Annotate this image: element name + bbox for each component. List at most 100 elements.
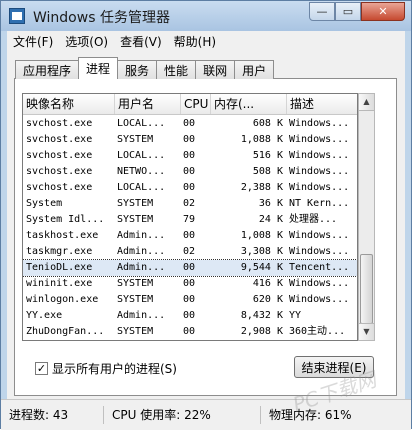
window-title: Windows 任务管理器 bbox=[33, 10, 170, 26]
menu-help[interactable]: 帮助(H) bbox=[168, 33, 222, 50]
maximize-button[interactable]: ▭ bbox=[335, 2, 361, 21]
process-user-cell: LOCAL... bbox=[117, 118, 166, 129]
process-user-cell: SYSTEM bbox=[117, 294, 154, 305]
menu-file[interactable]: 文件(F) bbox=[7, 33, 59, 50]
process-memory-cell: 608 K bbox=[252, 118, 283, 129]
process-user-cell: NETWO... bbox=[117, 166, 166, 177]
scroll-up-icon[interactable]: ▲ bbox=[359, 94, 374, 111]
table-row[interactable]: taskhost.exe Admin... 00 1,008 K Windows... bbox=[23, 228, 357, 244]
process-user-cell: Admin... bbox=[117, 310, 166, 321]
process-name-cell: svchost.exe bbox=[26, 182, 93, 193]
process-memory-cell: 1,088 K bbox=[240, 134, 283, 145]
show-all-users-checkbox[interactable]: ✓ bbox=[35, 362, 48, 375]
process-description-cell: YY bbox=[289, 310, 302, 321]
table-row[interactable]: svchost.exe NETWO... 00 508 K Windows... bbox=[23, 164, 357, 180]
process-description-cell: Windows... bbox=[289, 118, 350, 129]
process-description-cell: Windows... bbox=[289, 246, 350, 257]
process-user-cell: LOCAL... bbox=[117, 150, 166, 161]
scroll-thumb[interactable] bbox=[360, 254, 373, 324]
process-description-cell: 处理器... bbox=[289, 214, 338, 225]
title-bar[interactable]: Windows 任务管理器 — ▭ ✕ bbox=[1, 1, 411, 31]
process-user-cell: Admin... bbox=[117, 262, 166, 273]
table-row[interactable]: taskmgr.exe Admin... 02 3,308 K Windows... bbox=[23, 244, 357, 260]
window-controls: — ▭ ✕ bbox=[309, 2, 405, 21]
process-description-cell: Windows... bbox=[289, 278, 350, 289]
process-name-cell: taskmgr.exe bbox=[26, 246, 93, 257]
table-row[interactable]: System Idl... SYSTEM 79 24 K 处理器... bbox=[23, 212, 357, 228]
process-memory-cell: 620 K bbox=[252, 294, 283, 305]
column-user-name[interactable]: 用户名 bbox=[115, 94, 181, 114]
close-button[interactable]: ✕ bbox=[361, 2, 405, 21]
process-user-cell: Admin... bbox=[117, 230, 166, 241]
end-process-button[interactable]: 结束进程(E) bbox=[294, 356, 374, 378]
process-user-cell: SYSTEM bbox=[117, 134, 154, 145]
process-cpu-cell: 00 bbox=[183, 230, 196, 241]
process-cpu-cell: 02 bbox=[183, 246, 196, 257]
process-user-cell: SYSTEM bbox=[117, 214, 154, 225]
menu-view[interactable]: 查看(V) bbox=[114, 33, 168, 50]
status-memory: 物理内存: 61% bbox=[269, 408, 352, 422]
status-bar: 进程数: 43 CPU 使用率: 22% 物理内存: 61% bbox=[1, 399, 411, 430]
client-area: 应用程序 进程 服务 性能 联网 用户 映像名称 用户名 CPU 内存(... … bbox=[7, 51, 405, 399]
process-memory-cell: 516 K bbox=[252, 150, 283, 161]
table-row[interactable]: TenioDL.exe Admin... 00 9,544 K Tencent... bbox=[23, 259, 357, 277]
table-row[interactable]: svchost.exe LOCAL... 00 516 K Windows... bbox=[23, 148, 357, 164]
process-memory-cell: 24 K bbox=[258, 214, 283, 225]
scroll-down-icon[interactable]: ▼ bbox=[359, 323, 374, 340]
process-description-cell: Windows... bbox=[289, 134, 350, 145]
tab-performance[interactable]: 性能 bbox=[156, 60, 197, 79]
process-rows: svchost.exe LOCAL... 00 608 K Windows... svch… bbox=[23, 116, 357, 340]
process-description-cell: NT Kern... bbox=[289, 198, 350, 209]
show-all-users-option[interactable]: ✓ 显示所有用户的进程(S) bbox=[35, 360, 177, 377]
process-user-cell: Admin... bbox=[117, 246, 166, 257]
tab-applications[interactable]: 应用程序 bbox=[15, 60, 80, 79]
process-cpu-cell: 00 bbox=[183, 150, 196, 161]
process-description-cell: 360主动... bbox=[289, 326, 346, 337]
minimize-button[interactable]: — bbox=[309, 2, 335, 21]
table-row[interactable]: wininit.exe SYSTEM 00 416 K Windows... bbox=[23, 276, 357, 292]
column-cpu[interactable]: CPU bbox=[181, 94, 211, 114]
table-row[interactable]: YY.exe Admin... 00 8,432 K YY bbox=[23, 308, 357, 324]
process-memory-cell: 508 K bbox=[252, 166, 283, 177]
process-memory-cell: 36 K bbox=[258, 198, 283, 209]
process-cpu-cell: 02 bbox=[183, 198, 196, 209]
process-memory-cell: 2,908 K bbox=[240, 326, 283, 337]
process-cpu-cell: 00 bbox=[183, 326, 196, 337]
process-memory-cell: 3,308 K bbox=[240, 246, 283, 257]
menu-bar: 文件(F) 选项(O) 查看(V) 帮助(H) bbox=[7, 31, 405, 51]
table-row[interactable]: ZhuDongFan... SYSTEM 00 2,908 K 360主动... bbox=[23, 324, 357, 340]
process-cpu-cell: 00 bbox=[183, 278, 196, 289]
tab-users[interactable]: 用户 bbox=[234, 60, 275, 79]
table-row[interactable]: svchost.exe LOCAL... 00 608 K Windows... bbox=[23, 116, 357, 132]
table-row[interactable]: svchost.exe SYSTEM 00 1,088 K Windows... bbox=[23, 132, 357, 148]
process-list[interactable]: 映像名称 用户名 CPU 内存(... 描述 svchost.exe LOCAL.… bbox=[22, 93, 358, 341]
column-image-name[interactable]: 映像名称 bbox=[23, 94, 115, 114]
process-user-cell: LOCAL... bbox=[117, 182, 166, 193]
menu-options[interactable]: 选项(O) bbox=[59, 33, 114, 50]
tab-services[interactable]: 服务 bbox=[117, 60, 158, 79]
process-description-cell: Windows... bbox=[289, 230, 350, 241]
process-description-cell: Windows... bbox=[289, 294, 350, 305]
status-process-count: 进程数: 43 bbox=[1, 406, 104, 424]
tab-networking[interactable]: 联网 bbox=[195, 60, 236, 79]
process-memory-cell: 9,544 K bbox=[240, 262, 283, 273]
table-row[interactable]: System SYSTEM 02 36 K NT Kern... bbox=[23, 196, 357, 212]
process-memory-cell: 2,388 K bbox=[240, 182, 283, 193]
process-cpu-cell: 00 bbox=[183, 310, 196, 321]
process-cpu-cell: 00 bbox=[183, 166, 196, 177]
column-description[interactable]: 描述 bbox=[287, 94, 357, 114]
process-description-cell: Windows... bbox=[289, 166, 350, 177]
show-all-users-label: 显示所有用户的进程(S) bbox=[52, 362, 177, 376]
status-cpu-usage: CPU 使用率: 22% bbox=[104, 406, 261, 424]
table-row[interactable]: svchost.exe LOCAL... 00 2,388 K Windows... bbox=[23, 180, 357, 196]
process-user-cell: SYSTEM bbox=[117, 198, 154, 209]
tab-processes[interactable]: 进程 bbox=[78, 57, 119, 79]
process-name-cell: System Idl... bbox=[26, 214, 105, 225]
process-memory-cell: 8,432 K bbox=[240, 310, 283, 321]
vertical-scrollbar[interactable]: ▲ ▼ bbox=[358, 93, 375, 341]
process-name-cell: svchost.exe bbox=[26, 118, 93, 129]
column-memory[interactable]: 内存(... bbox=[211, 94, 287, 114]
table-row[interactable]: winlogon.exe SYSTEM 00 620 K Windows... bbox=[23, 292, 357, 308]
process-name-cell: ZhuDongFan... bbox=[26, 326, 105, 337]
task-manager-icon bbox=[9, 8, 25, 24]
